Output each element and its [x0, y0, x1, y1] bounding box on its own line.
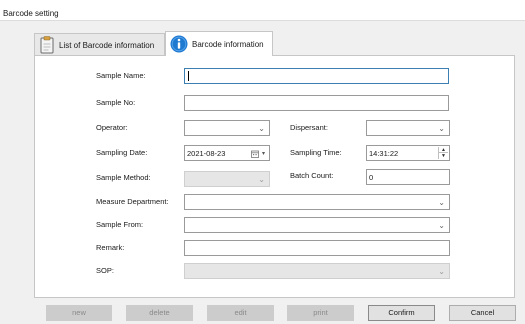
- sampling-date-picker[interactable]: 2021-08-23 ▾: [184, 145, 270, 161]
- confirm-button[interactable]: Confirm: [368, 305, 435, 321]
- dropdown-arrow-icon: ▾: [261, 151, 265, 157]
- info-icon: [170, 35, 188, 53]
- sample-no-label: Sample No:: [96, 98, 136, 107]
- delete-button[interactable]: delete: [126, 305, 193, 321]
- sop-label: SOP:: [96, 266, 114, 275]
- chevron-down-icon: ⌄: [438, 221, 445, 230]
- spin-down-icon[interactable]: ▼: [439, 153, 448, 159]
- window-titlebar: Barcode setting: [0, 0, 525, 21]
- window-title: Barcode setting: [3, 9, 59, 18]
- sop-select: ⌄: [184, 263, 450, 279]
- batch-count-value: 0: [369, 173, 374, 182]
- sampling-time-label: Sampling Time:: [290, 148, 342, 157]
- sample-from-label: Sample From:: [96, 220, 144, 229]
- chevron-down-icon: ⌄: [258, 175, 265, 184]
- remark-label: Remark:: [96, 243, 125, 252]
- sample-method-select: ⌄: [184, 171, 270, 187]
- tab-barcode-information[interactable]: Barcode information: [165, 31, 273, 56]
- tab-label: Barcode information: [192, 40, 264, 49]
- print-button[interactable]: print: [287, 305, 354, 321]
- operator-select[interactable]: ⌄: [184, 120, 270, 136]
- chevron-down-icon: ⌄: [438, 198, 445, 207]
- sampling-date-value: 2021-08-23: [187, 149, 226, 158]
- text-caret: [188, 71, 189, 81]
- sampling-time-value: 14:31:22: [369, 149, 399, 158]
- measure-department-select[interactable]: ⌄: [184, 194, 450, 210]
- calendar-icon: [251, 150, 259, 158]
- tab-list-of-barcode-information[interactable]: List of Barcode information: [34, 33, 165, 56]
- sample-no-input[interactable]: [184, 95, 449, 111]
- batch-count-label: Batch Count:: [290, 171, 334, 180]
- sampling-time-input[interactable]: 14:31:22 ▲ ▼: [366, 145, 450, 161]
- dispersant-label: Dispersant:: [290, 123, 328, 132]
- time-spinner[interactable]: ▲ ▼: [438, 147, 448, 159]
- chevron-down-icon: ⌄: [438, 267, 445, 276]
- sample-from-select[interactable]: ⌄: [184, 217, 450, 233]
- sample-name-label: Sample Name:: [96, 71, 146, 80]
- cancel-button[interactable]: Cancel: [449, 305, 516, 321]
- sampling-date-label: Sampling Date:: [96, 148, 148, 157]
- operator-label: Operator:: [96, 123, 128, 132]
- measure-department-label: Measure Department:: [96, 197, 169, 206]
- clipboard-icon: [40, 36, 54, 54]
- chevron-down-icon: ⌄: [438, 124, 445, 133]
- new-button[interactable]: new: [46, 305, 112, 321]
- remark-input[interactable]: [184, 240, 450, 256]
- sample-name-input[interactable]: [184, 68, 449, 84]
- tab-label: List of Barcode information: [59, 41, 155, 50]
- batch-count-input[interactable]: 0: [366, 169, 450, 185]
- chevron-down-icon: ⌄: [258, 124, 265, 133]
- edit-button[interactable]: edit: [207, 305, 274, 321]
- dispersant-select[interactable]: ⌄: [366, 120, 450, 136]
- sample-method-label: Sample Method:: [96, 173, 151, 182]
